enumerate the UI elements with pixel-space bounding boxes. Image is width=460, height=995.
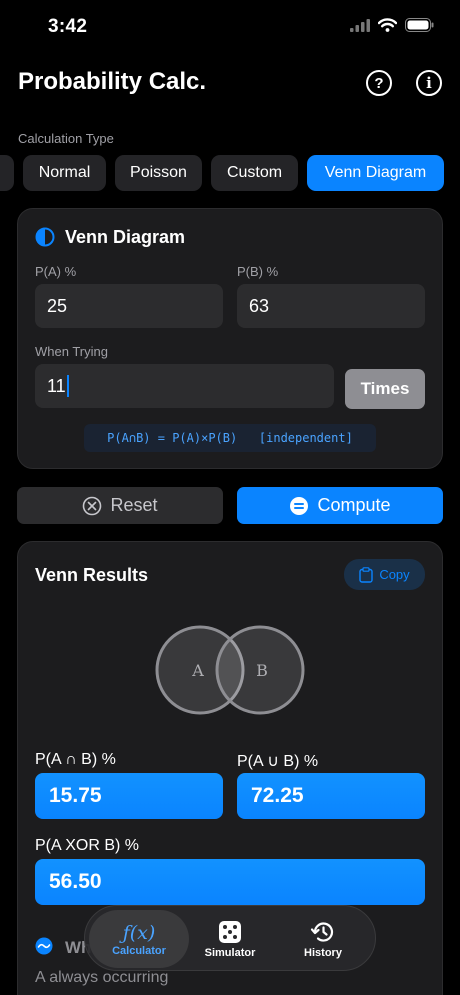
compute-label: Compute [317, 495, 391, 515]
calc-type-option-hidden[interactable] [0, 155, 14, 191]
xor-value: 56.50 [35, 859, 425, 905]
tab-bar: ƒ(x) Calculator Simulator History [84, 905, 376, 971]
trying-input[interactable]: 11 [35, 364, 334, 408]
history-clock-icon [310, 922, 334, 942]
status-bar: 3:42 [0, 0, 460, 54]
trying-value: 11 [47, 375, 66, 396]
pb-label: P(B) % [237, 264, 279, 279]
wave-circle-icon [35, 937, 53, 955]
intersection-label: P(A ∩ B) % [35, 751, 116, 768]
intersection-value: 15.75 [35, 773, 223, 819]
function-icon: ƒ(x) [122, 922, 156, 944]
calc-type-option-custom[interactable]: Custom [211, 155, 298, 191]
venn-diagram: A B [155, 625, 305, 715]
calc-type-option-venn[interactable]: Venn Diagram [307, 155, 444, 191]
results-title: Venn Results [35, 565, 149, 585]
clipboard-icon [359, 566, 374, 583]
pa-value: 25 [47, 295, 68, 316]
status-time: 3:42 [48, 16, 88, 37]
copy-button[interactable]: Copy [344, 559, 425, 590]
text-caret [66, 375, 69, 397]
info-button[interactable]: i [416, 70, 442, 96]
pb-value: 63 [249, 295, 270, 316]
compute-button[interactable]: Compute [237, 487, 443, 524]
tab-calculator[interactable]: ƒ(x) Calculator [89, 910, 189, 968]
calc-type-selector: Normal Poisson Custom Venn Diagram [0, 155, 460, 191]
info-circle-icon: i [426, 74, 432, 92]
formula-hint: P(A∩B) = P(A)×P(B) [independent] [84, 424, 376, 452]
calc-type-label: Calculation Type [18, 131, 114, 146]
venn-label-a: A [191, 661, 204, 680]
pb-input[interactable]: 63 [237, 284, 425, 328]
equals-circle-icon [290, 496, 309, 515]
peek-section-text: A always occurring [35, 969, 169, 986]
tab-calculator-label: Calculator [112, 945, 166, 957]
pa-input[interactable]: 25 [35, 284, 223, 328]
wifi-icon [378, 18, 397, 32]
tab-simulator-label: Simulator [204, 946, 256, 959]
venn-input-title: Venn Diagram [65, 227, 186, 247]
reset-button[interactable]: Reset [17, 487, 223, 524]
tab-simulator[interactable]: Simulator [191, 910, 269, 968]
calc-type-option-poisson[interactable]: Poisson [115, 155, 202, 191]
times-label: Times [360, 379, 410, 398]
question-circle-icon: ? [374, 74, 384, 92]
tab-history-label: History [304, 946, 342, 959]
status-icons [350, 18, 434, 32]
dice-icon [219, 920, 241, 943]
page-title: Probability Calc. [18, 68, 207, 95]
pa-label: P(A) % [35, 264, 77, 279]
clear-circle-icon [83, 496, 102, 515]
venn-label-b: B [256, 661, 268, 680]
help-button[interactable]: ? [366, 70, 392, 96]
calc-type-option-normal[interactable]: Normal [23, 155, 106, 191]
times-button[interactable]: Times [345, 369, 425, 409]
union-value: 72.25 [237, 773, 425, 819]
xor-label: P(A XOR B) % [35, 837, 140, 854]
cellular-signal-icon [350, 18, 370, 32]
tab-history[interactable]: History [281, 910, 365, 968]
half-circle-icon [35, 227, 55, 247]
reset-label: Reset [110, 495, 158, 515]
copy-label: Copy [379, 567, 410, 582]
union-label: P(A ∪ B) % [237, 753, 319, 770]
trying-label: When Trying [35, 344, 108, 359]
battery-icon [405, 18, 434, 32]
